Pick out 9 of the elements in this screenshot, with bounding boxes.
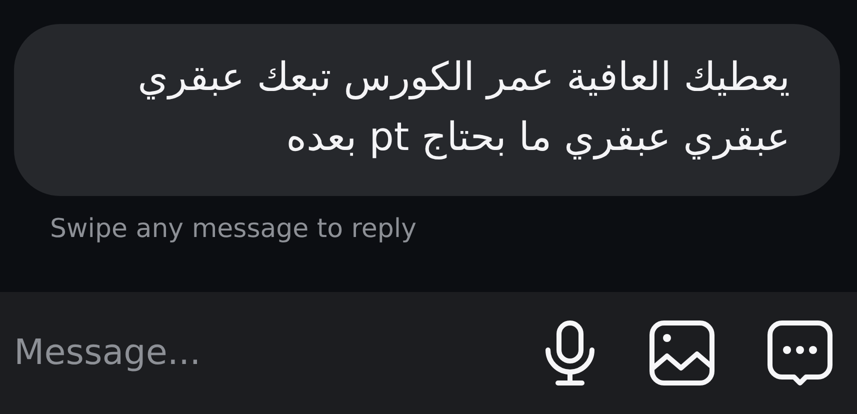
image-button[interactable] xyxy=(649,320,715,386)
reply-hint: Swipe any message to reply xyxy=(50,213,417,246)
chat-button[interactable] xyxy=(767,320,833,386)
chat-bubble-icon xyxy=(767,320,833,386)
image-icon xyxy=(649,320,715,386)
message-bubble: يعطيك العافية عمر الكورس تبعك عبقري عبقري عبقري ما بحتاج pt بعده xyxy=(14,24,840,196)
microphone-icon xyxy=(543,320,597,386)
message-field[interactable]: Message... xyxy=(14,326,543,380)
microphone-button[interactable] xyxy=(543,320,597,386)
